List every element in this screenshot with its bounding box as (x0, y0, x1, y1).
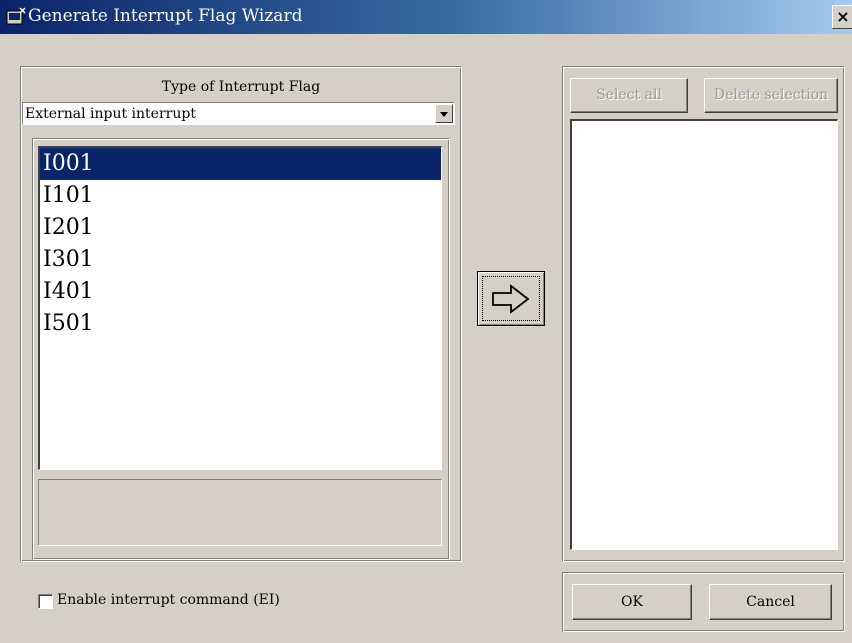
interrupt-type-dropdown[interactable]: External input interrupt (22, 102, 455, 125)
ok-button[interactable]: OK (572, 584, 692, 620)
window-title: Generate Interrupt Flag Wizard (28, 6, 303, 26)
list-item[interactable]: I201 (40, 212, 441, 244)
close-button[interactable]: × (832, 5, 852, 29)
list-item[interactable]: I101 (40, 180, 441, 212)
enable-interrupt-label: Enable interrupt command (EI) (57, 592, 280, 608)
description-panel (38, 479, 442, 546)
list-item[interactable]: I001 (40, 148, 441, 180)
enable-interrupt-checkbox[interactable] (38, 594, 53, 609)
add-to-selection-button[interactable] (477, 271, 545, 326)
cancel-button[interactable]: Cancel (709, 584, 832, 620)
selected-flags-list[interactable] (570, 119, 838, 550)
group-title: Type of Interrupt Flag (161, 79, 321, 95)
list-item[interactable]: I301 (40, 244, 441, 276)
list-item[interactable]: I401 (40, 276, 441, 308)
chevron-down-icon[interactable] (435, 104, 453, 123)
title-bar[interactable]: Generate Interrupt Flag Wizard × (0, 0, 852, 34)
available-flags-list[interactable]: I001 I101 I201 I301 I401 I501 (38, 146, 442, 470)
delete-selection-button[interactable]: Delete selection (704, 78, 838, 113)
dropdown-value: External input interrupt (25, 106, 196, 122)
select-all-button[interactable]: Select all (570, 78, 688, 113)
app-window-icon (6, 7, 26, 25)
arrow-right-icon (492, 284, 530, 314)
list-item[interactable]: I501 (40, 308, 441, 340)
